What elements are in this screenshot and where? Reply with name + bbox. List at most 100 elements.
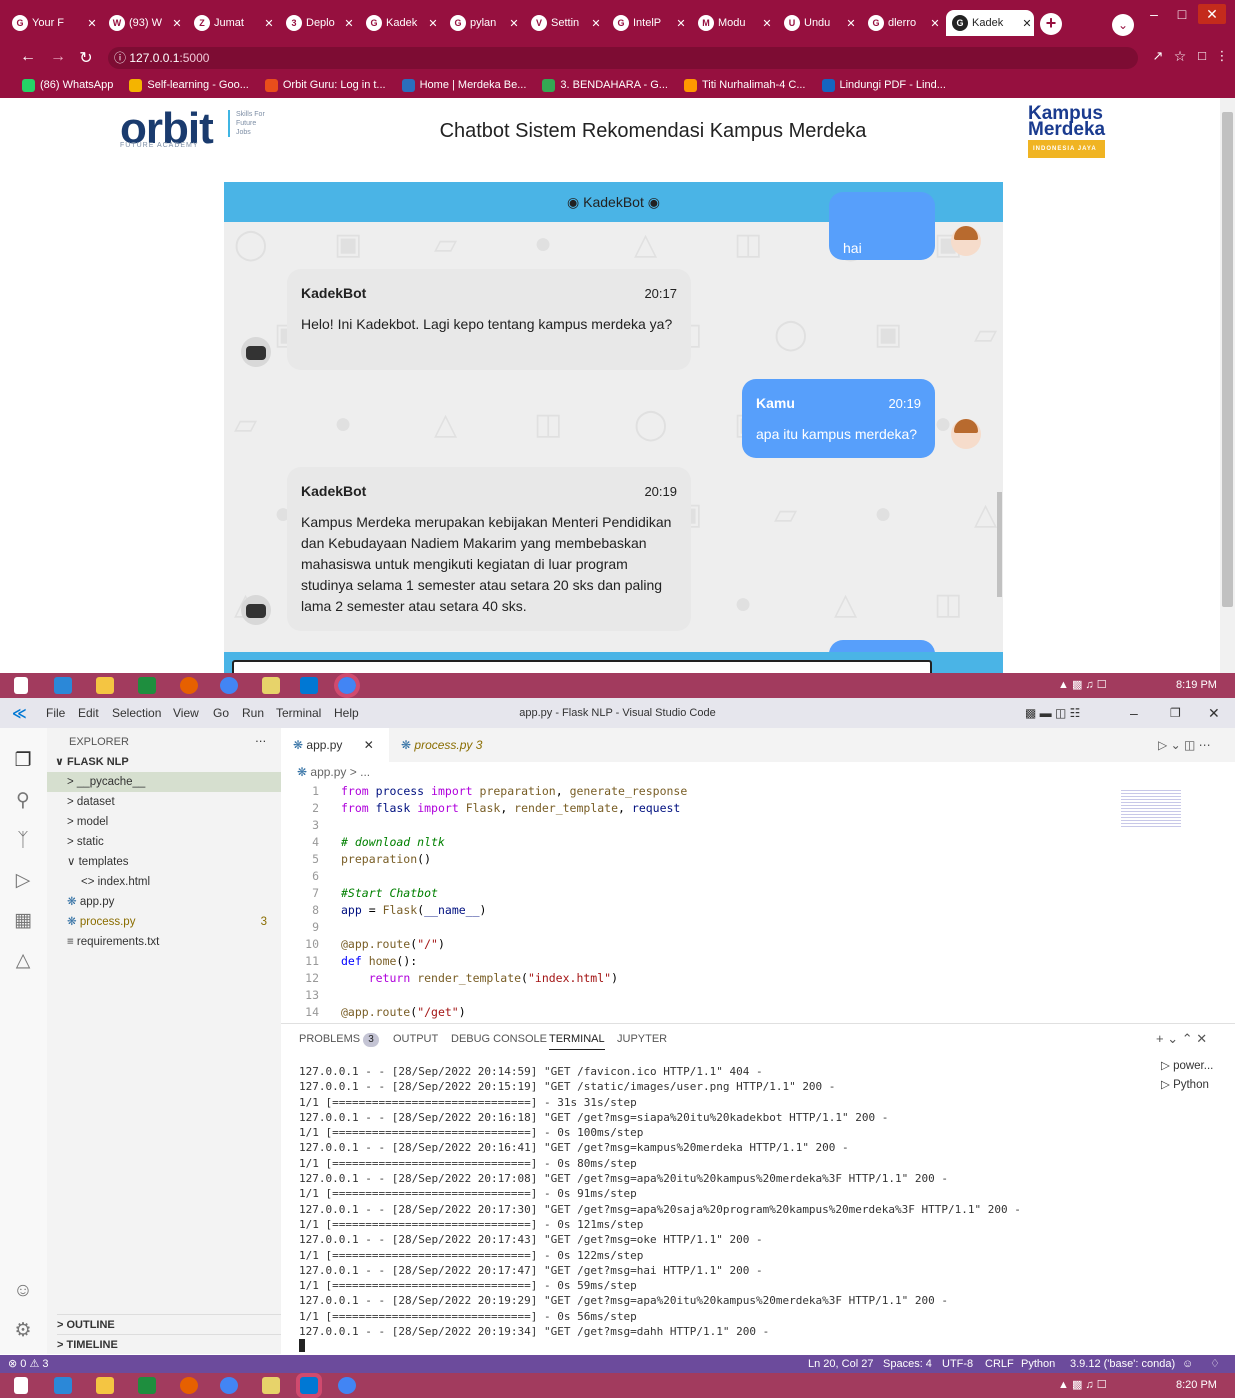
code-line[interactable]: 14 @app.route("/get") <box>281 1004 1235 1021</box>
close-tab-icon[interactable]: ✕ <box>85 17 99 30</box>
code-line[interactable]: 7 #Start Chatbot <box>281 885 1235 902</box>
file-tree-item[interactable]: > model <box>47 812 281 832</box>
vscode-active-icon[interactable] <box>296 1373 322 1398</box>
code-line[interactable]: 1 from process import preparation, genera… <box>281 783 1235 800</box>
tray-icons[interactable]: ▲ ▩ ♫ ☐ <box>1058 1373 1107 1398</box>
terminal-instance[interactable]: ▷ Python <box>1161 1077 1209 1091</box>
bookmark-item[interactable]: (86) WhatsApp <box>22 78 113 92</box>
code-line[interactable]: 13 <box>281 987 1235 1004</box>
browser-tab[interactable]: G IntelP ✕ <box>607 10 688 36</box>
tab-app-py[interactable]: ❋ app.py ✕ <box>281 728 389 762</box>
menu-item[interactable]: Help <box>334 698 359 728</box>
status-problems[interactable]: ⊗ 0 ⚠ 3 <box>8 1355 48 1373</box>
forward-icon[interactable]: → <box>48 48 68 66</box>
browser-tab[interactable]: G Kadek ✕ <box>360 10 440 36</box>
browser-tab[interactable]: G Your F ✕ <box>6 10 99 36</box>
restore-button[interactable]: ❐ <box>1170 698 1181 728</box>
file-tree-item[interactable]: > __pycache__ <box>47 772 281 792</box>
code-editor[interactable]: 1 from process import preparation, genera… <box>281 783 1235 1053</box>
page-scrollbar-thumb[interactable] <box>1222 112 1233 607</box>
menu-item[interactable]: Run <box>242 698 264 728</box>
browser-tab[interactable]: U Undu ✕ <box>778 10 858 36</box>
code-line[interactable]: 9 <box>281 919 1235 936</box>
bookmark-item[interactable]: 3. BENDAHARA - G... <box>542 78 668 92</box>
minimap[interactable] <box>1121 788 1181 828</box>
bookmark-item[interactable]: Titi Nurhalimah-4 C... <box>683 78 806 92</box>
terminal-instance[interactable]: ▷ power... <box>1161 1058 1213 1072</box>
file-tree-item[interactable]: <> index.html <box>47 872 281 892</box>
menu-item[interactable]: Selection <box>112 698 161 728</box>
menu-item[interactable]: Terminal <box>276 698 321 728</box>
url-input[interactable]: ⓘ 127.0.0.1:5000 <box>108 47 1138 69</box>
chat-messages[interactable]: ◯▣▱●△◫◯▣▣▱●△◫◯▣▱▱●△◫◯▣▱●●△◫◯▣▱●△△◫◯▣▱●△◫… <box>224 192 1003 673</box>
new-tab-button[interactable]: + <box>1040 13 1062 35</box>
terminal-output[interactable]: 127.0.0.1 - - [28/Sep/2022 20:14:59] "GE… <box>299 1064 1159 1353</box>
sidepanel-icon[interactable]: □ <box>1192 48 1212 63</box>
file-tree-item[interactable]: ∨ templates <box>47 852 281 872</box>
menu-item[interactable]: Edit <box>78 698 99 728</box>
panel-tab[interactable]: JUPYTER <box>617 1024 667 1054</box>
status-indentation[interactable]: Spaces: 4 <box>883 1355 932 1373</box>
file-explorer-icon[interactable] <box>96 1377 114 1394</box>
bookmark-item[interactable]: Home | Merdeka Be... <box>401 78 526 92</box>
bookmark-item[interactable]: Orbit Guru: Log in t... <box>264 78 386 92</box>
file-tree-item[interactable]: > static <box>47 832 281 852</box>
source-control-icon[interactable]: ᛉ <box>12 830 34 852</box>
code-line[interactable]: 6 <box>281 868 1235 885</box>
panel-tab[interactable]: TERMINAL <box>549 1024 605 1050</box>
close-tab-icon[interactable]: ✕ <box>262 17 276 30</box>
code-line[interactable]: 4 # download nltk <box>281 834 1235 851</box>
close-tab-icon[interactable]: ✕ <box>674 17 688 30</box>
browser-tab[interactable]: Gdlerro ✕ <box>862 10 942 36</box>
browser-tab[interactable]: 3 Deplo ✕ <box>280 10 356 36</box>
clock[interactable]: 8:19 PM <box>1176 673 1217 698</box>
timeline-section[interactable]: > TIMELINE <box>57 1334 291 1354</box>
firefox-icon[interactable] <box>180 677 198 694</box>
menu-item[interactable]: File <box>46 698 65 728</box>
close-tab-icon[interactable]: ✕ <box>760 17 774 30</box>
bookmark-item[interactable]: Self-learning - Goo... <box>129 78 249 92</box>
tab-search-button[interactable]: ⌄ <box>1112 14 1134 36</box>
menu-item[interactable]: Go <box>213 698 229 728</box>
notifications-bell-icon[interactable]: ♢ <box>1210 1355 1220 1373</box>
close-window-button[interactable]: ✕ <box>1208 698 1220 728</box>
file-tree-item[interactable]: ≡ requirements.txt <box>47 932 281 952</box>
accounts-icon[interactable]: ☺ <box>12 1280 34 1302</box>
file-tree-item[interactable]: > dataset <box>47 792 281 812</box>
close-tab-icon[interactable]: ✕ <box>1020 17 1034 30</box>
menu-dots-icon[interactable]: ⋮ <box>1212 48 1232 64</box>
code-line[interactable]: 3 <box>281 817 1235 834</box>
bookmark-star-icon[interactable]: ☆ <box>1170 48 1190 65</box>
explorer-icon[interactable]: ❐ <box>12 750 34 772</box>
feedback-icon[interactable]: ☺ <box>1182 1355 1193 1373</box>
app-icon[interactable] <box>262 1377 280 1394</box>
browser-tab[interactable]: Gpylan ✕ <box>444 10 521 36</box>
close-tab-icon[interactable]: ✕ <box>342 17 356 30</box>
chrome-active-icon[interactable] <box>334 673 360 698</box>
tray-icons[interactable]: ▲ ▩ ♫ ☐ <box>1058 673 1107 698</box>
reload-icon[interactable]: ↻ <box>76 48 96 68</box>
file-explorer-icon[interactable] <box>96 677 114 694</box>
status-language[interactable]: Python <box>1021 1355 1055 1373</box>
back-icon[interactable]: ← <box>18 48 38 66</box>
browser-tab[interactable]: Z Jumat ✕ <box>188 10 276 36</box>
status-interpreter[interactable]: 3.9.12 ('base': conda) <box>1070 1355 1175 1373</box>
app-icon[interactable] <box>262 677 280 694</box>
clock[interactable]: 8:20 PM <box>1176 1373 1217 1398</box>
run-debug-icon[interactable]: ▷ <box>12 870 34 892</box>
tab-process-py[interactable]: ❋ process.py 3 <box>389 728 499 762</box>
outline-section[interactable]: > OUTLINE <box>57 1314 291 1334</box>
ie-icon[interactable] <box>54 677 72 694</box>
status-encoding[interactable]: UTF-8 <box>942 1355 973 1373</box>
status-eol[interactable]: CRLF <box>985 1355 1014 1373</box>
menu-item[interactable]: View <box>173 698 199 728</box>
vscode-icon[interactable] <box>300 677 318 694</box>
file-tree-item[interactable]: ❋ process.py 3 <box>47 912 281 932</box>
minimize-button[interactable]: – <box>1130 698 1138 728</box>
close-window-button[interactable]: ✕ <box>1198 4 1226 24</box>
code-line[interactable]: 8 app = Flask(__name__) <box>281 902 1235 919</box>
close-tab-icon[interactable]: ✕ <box>426 17 440 30</box>
bookmark-item[interactable]: Lindungi PDF - Lind... <box>821 78 946 92</box>
run-file-icon[interactable]: ▷ ⌄ ◫ ⋯ <box>1146 728 1211 762</box>
browser-tab[interactable]: M Modu ✕ <box>692 10 774 36</box>
